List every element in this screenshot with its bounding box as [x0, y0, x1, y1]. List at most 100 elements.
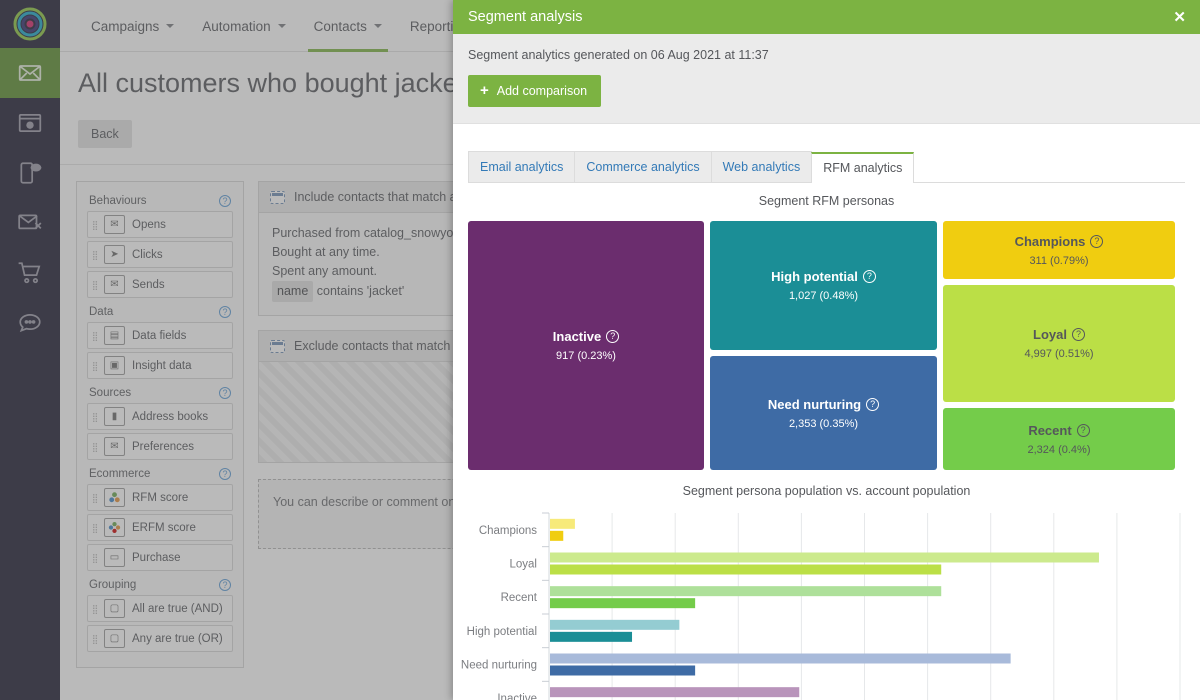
palette-item-opens[interactable]: ⣿ ✉ Opens: [87, 211, 233, 238]
nav-label: Campaigns: [91, 19, 159, 34]
persona-tile-high-potential[interactable]: High potential ? 1,027 (0.48%): [710, 221, 937, 350]
palette-item-preferences[interactable]: ⣿ ✉ Preferences: [87, 433, 233, 460]
drag-handle-icon[interactable]: ⣿: [88, 605, 102, 613]
modal-subheader: Segment analytics generated on 06 Aug 20…: [453, 34, 1200, 124]
page-title: All customers who bought jackets: [78, 68, 479, 99]
help-icon[interactable]: ?: [863, 270, 876, 283]
drag-handle-icon[interactable]: ⣿: [88, 251, 102, 259]
persona-tile-need-nurturing[interactable]: Need nurturing ? 2,353 (0.35%): [710, 356, 937, 470]
help-icon[interactable]: ?: [219, 387, 231, 399]
target-logo-icon[interactable]: [0, 0, 60, 48]
palette-item-group-and[interactable]: ⣿ ▢ All are true (AND): [87, 595, 233, 622]
data-field-icon: ▤: [104, 326, 125, 345]
rule-palette: Behaviours ? ⣿ ✉ Opens ⣿ ➤ Clicks ⣿ ✉ Se…: [76, 181, 244, 668]
segment-analysis-modal: Segment analysis ✕ Segment analytics gen…: [453, 0, 1200, 700]
palette-item-label: Purchase: [132, 552, 181, 564]
palette-item-label: Any are true (OR): [132, 633, 223, 645]
palette-item-purchase[interactable]: ⣿ ▭ Purchase: [87, 544, 233, 571]
drag-handle-icon[interactable]: ⣿: [88, 281, 102, 289]
help-icon[interactable]: ?: [219, 306, 231, 318]
persona-value: 4,997 (0.51%): [1024, 348, 1093, 360]
help-icon[interactable]: ?: [219, 468, 231, 480]
close-icon[interactable]: ✕: [1173, 10, 1186, 25]
palette-item-insight-data[interactable]: ⣿ ▣ Insight data: [87, 352, 233, 379]
rfm-personas-treemap: Inactive ? 917 (0.23%) High potential ? …: [468, 221, 1185, 470]
drag-handle-icon[interactable]: ⣿: [88, 413, 102, 421]
drag-handle-icon[interactable]: ⣿: [88, 443, 102, 451]
help-icon[interactable]: ?: [1072, 328, 1085, 341]
persona-label: Champions ?: [1015, 234, 1104, 249]
palette-group-title: Sources: [89, 387, 131, 399]
group-box-icon: [270, 191, 285, 204]
condition-field-chip: name: [272, 281, 313, 302]
sidebar-item-email[interactable]: [0, 48, 60, 98]
help-icon[interactable]: ?: [219, 579, 231, 591]
chevron-down-icon: [278, 24, 286, 28]
open-email-icon: ✉: [104, 215, 125, 234]
persona-label: Recent ?: [1028, 423, 1089, 438]
group-and-icon: ▢: [104, 599, 125, 618]
palette-item-label: All are true (AND): [132, 603, 223, 615]
sidebar-item-chat[interactable]: [0, 298, 60, 348]
palette-item-address-books[interactable]: ⣿ ▮ Address books: [87, 403, 233, 430]
help-icon[interactable]: ?: [1090, 235, 1103, 248]
persona-name: High potential: [771, 269, 858, 284]
drag-handle-icon[interactable]: ⣿: [88, 554, 102, 562]
tab-rfm-analytics[interactable]: RFM analytics: [811, 152, 914, 183]
palette-item-data-fields[interactable]: ⣿ ▤ Data fields: [87, 322, 233, 349]
drag-handle-icon[interactable]: ⣿: [88, 494, 102, 502]
nav-item-contacts[interactable]: Contacts: [300, 0, 396, 52]
help-icon[interactable]: ?: [866, 398, 879, 411]
add-comparison-button[interactable]: + Add comparison: [468, 75, 601, 107]
palette-group-header: Sources ?: [87, 382, 233, 403]
personas-section-title: Segment RFM personas: [453, 183, 1200, 208]
persona-tile-recent[interactable]: Recent ? 2,324 (0.4%): [943, 408, 1175, 470]
landing-page-icon: [17, 110, 43, 136]
persona-value: 2,324 (0.4%): [1028, 444, 1091, 456]
help-icon[interactable]: ?: [1077, 424, 1090, 437]
tab-web-analytics[interactable]: Web analytics: [711, 151, 813, 182]
palette-item-erfm-score[interactable]: ⣿ ERFM score: [87, 514, 233, 541]
nav-item-automation[interactable]: Automation: [188, 0, 299, 52]
drag-handle-icon[interactable]: ⣿: [88, 332, 102, 340]
palette-item-sends[interactable]: ⣿ ✉ Sends: [87, 271, 233, 298]
palette-group-title: Ecommerce: [89, 468, 150, 480]
persona-label: Inactive ?: [553, 329, 619, 344]
palette-item-rfm-score[interactable]: ⣿ RFM score: [87, 484, 233, 511]
persona-name: Champions: [1015, 234, 1086, 249]
drag-handle-icon[interactable]: ⣿: [88, 635, 102, 643]
help-icon[interactable]: ?: [219, 195, 231, 207]
insight-data-icon: ▣: [104, 356, 125, 375]
modal-title: Segment analysis: [468, 9, 582, 25]
drag-handle-icon[interactable]: ⣿: [88, 524, 102, 532]
sidebar-item-transactional[interactable]: [0, 198, 60, 248]
palette-item-clicks[interactable]: ⣿ ➤ Clicks: [87, 241, 233, 268]
rfm-score-icon: [104, 488, 125, 507]
persona-value: 311 (0.79%): [1029, 255, 1088, 267]
persona-tile-inactive[interactable]: Inactive ? 917 (0.23%): [468, 221, 704, 470]
nav-item-campaigns[interactable]: Campaigns: [77, 0, 188, 52]
tab-commerce-analytics[interactable]: Commerce analytics: [574, 151, 711, 182]
app-root: Campaigns Automation Contacts Reporting: [0, 0, 1200, 700]
drag-handle-icon[interactable]: ⣿: [88, 221, 102, 229]
group-box-icon: [270, 340, 285, 353]
persona-tile-champions[interactable]: Champions ? 311 (0.79%): [943, 221, 1175, 279]
chevron-down-icon: [374, 24, 382, 28]
chevron-down-icon: [166, 24, 174, 28]
persona-tile-loyal[interactable]: Loyal ? 4,997 (0.51%): [943, 285, 1175, 402]
back-button[interactable]: Back: [78, 120, 132, 148]
transactional-email-icon: [17, 210, 43, 236]
palette-item-group-or[interactable]: ⣿ ▢ Any are true (OR): [87, 625, 233, 652]
sidebar-item-ecommerce[interactable]: [0, 248, 60, 298]
generated-timestamp: Segment analytics generated on 06 Aug 20…: [468, 48, 1185, 62]
tab-email-analytics[interactable]: Email analytics: [468, 151, 575, 182]
palette-group-header: Ecommerce ?: [87, 463, 233, 484]
palette-group-title: Data: [89, 306, 113, 318]
group-or-icon: ▢: [104, 629, 125, 648]
sidebar-item-pages[interactable]: [0, 98, 60, 148]
drag-handle-icon[interactable]: ⣿: [88, 362, 102, 370]
sidebar-item-sms[interactable]: [0, 148, 60, 198]
modal-title-bar: Segment analysis ✕: [453, 0, 1200, 34]
help-icon[interactable]: ?: [606, 330, 619, 343]
add-comparison-label: Add comparison: [497, 84, 587, 98]
